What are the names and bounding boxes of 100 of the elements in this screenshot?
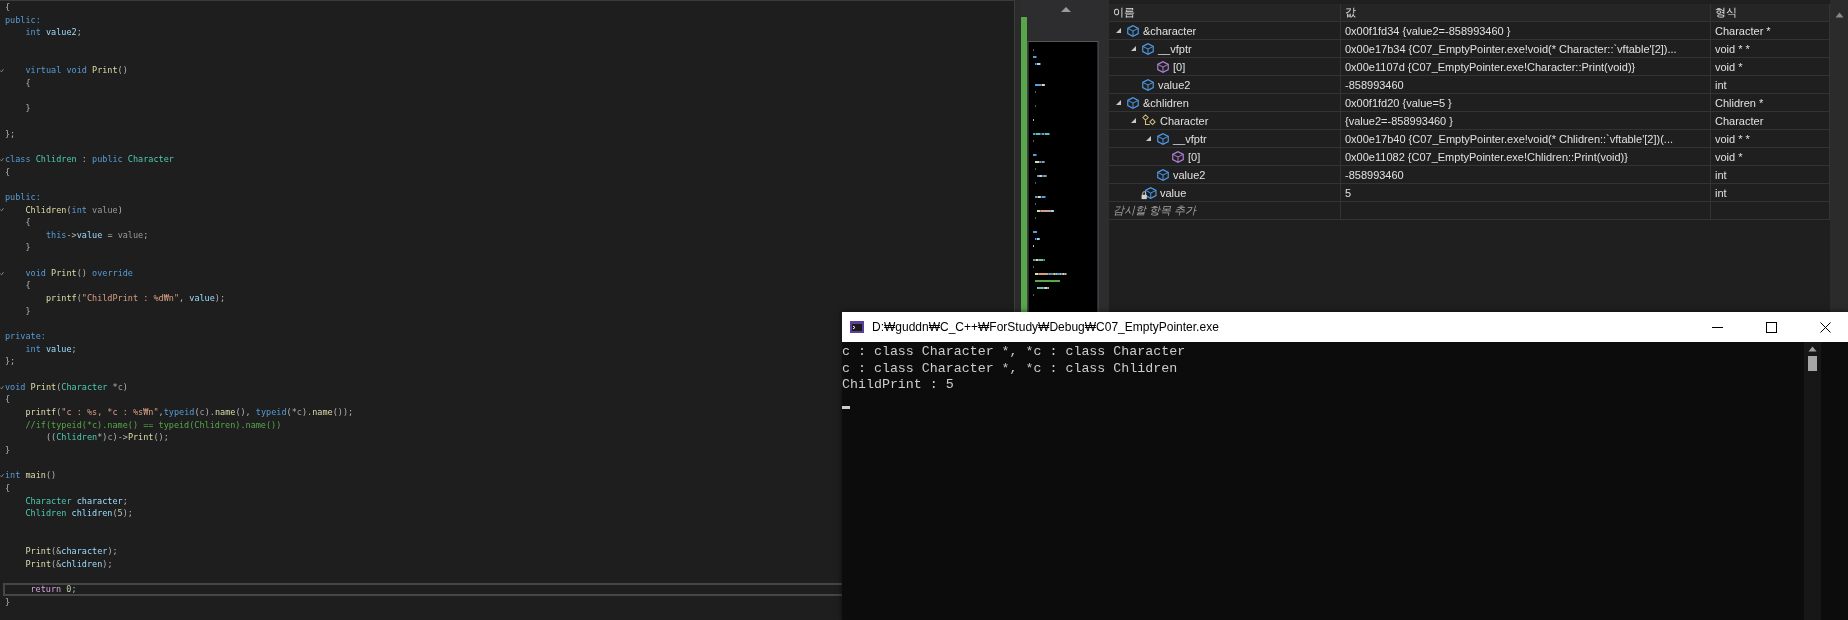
- code-line: }: [24, 102, 31, 115]
- code-line: public:: [5, 190, 41, 204]
- code-line: {: [24, 76, 31, 90]
- code-line: {: [5, 481, 11, 495]
- collapse-icon[interactable]: [1129, 117, 1137, 124]
- code-line: int value2;: [24, 26, 82, 39]
- code-line: return 0;: [29, 583, 77, 596]
- console-output-line: c : class Character *, *c : class Character: [842, 344, 1187, 361]
- code-line: printf("c : %s, *c : %s₩n",typeid(c).name(), typeid(*c).name());: [24, 406, 354, 419]
- variable-type: void *: [1715, 150, 1743, 163]
- code-line: this->value = value;: [44, 228, 149, 242]
- variable-value: -858993460: [1345, 168, 1404, 181]
- cube-icon: [1156, 131, 1170, 146]
- scroll-up-icon[interactable]: [1808, 346, 1817, 352]
- variable-value: 5: [1345, 186, 1352, 199]
- variable-value: 0x00e17b34 {C07_EmptyPointer.exe!void(* Character::`vftable'[2])...: [1345, 42, 1677, 55]
- code-line: //if(typeid(*c).name() == typeid(Chlidren).name()): [24, 418, 282, 432]
- variable-value: {value2=-858993460 }: [1345, 114, 1453, 127]
- fold-icon[interactable]: [0, 156, 4, 162]
- variable-value: 0x00f1fd34 {value2=-858993460 }: [1345, 24, 1511, 37]
- code-line: {: [24, 216, 31, 229]
- scrollbar-thumb[interactable]: [1808, 356, 1817, 371]
- code-line: }: [5, 443, 11, 457]
- scroll-up-icon[interactable]: [1834, 12, 1844, 18]
- variable-type: void * *: [1715, 132, 1750, 145]
- code-line: int main(): [5, 469, 57, 482]
- variable-name[interactable]: value2: [1173, 168, 1206, 181]
- scrollbar-track[interactable]: [1014, 0, 1021, 312]
- code-line: {: [5, 165, 11, 179]
- variable-type: int: [1715, 168, 1727, 181]
- console-icon: [850, 321, 864, 333]
- code-line: ((Chlidren*)c)->Print();: [44, 431, 169, 444]
- code-line: Print(&chlidren);: [24, 557, 113, 571]
- code-line: {: [5, 393, 11, 406]
- cube-icon: [1141, 41, 1155, 56]
- code-line: {: [5, 1, 11, 14]
- variable-type: Character: [1715, 114, 1764, 127]
- variable-name[interactable]: [0]: [1188, 150, 1201, 163]
- window-title: D:₩guddn₩C_C++₩ForStudy₩Debug₩C07_EmptyPointer.exe: [872, 320, 1220, 334]
- variable-name[interactable]: &character: [1143, 24, 1197, 37]
- collapse-icon[interactable]: [1144, 135, 1152, 142]
- variable-name[interactable]: value: [1160, 186, 1187, 199]
- variable-value: 0x00e11082 {C07_EmptyPointer.exe!Chlidren::Print(void)}: [1345, 150, 1628, 163]
- code-line: }: [24, 304, 31, 318]
- code-line: Character character;: [24, 494, 128, 508]
- code-line: private:: [5, 330, 46, 343]
- column-header[interactable]: 이름: [1113, 5, 1135, 20]
- code-line: void Print(Character *c): [5, 380, 128, 394]
- variable-name[interactable]: Character: [1160, 114, 1209, 127]
- variable-value: -858993460: [1345, 78, 1404, 91]
- maximize-icon: [1765, 321, 1777, 333]
- code-line: int value;: [24, 342, 77, 356]
- code-line: };: [5, 127, 16, 141]
- collapse-icon[interactable]: [1114, 99, 1122, 106]
- variable-type: Character *: [1715, 24, 1771, 37]
- variable-type: Chlidren *: [1715, 96, 1764, 109]
- variable-name[interactable]: &chlidren: [1143, 96, 1189, 109]
- close-icon: [1819, 321, 1831, 333]
- fold-icon[interactable]: [0, 473, 4, 479]
- variable-name[interactable]: [0]: [1173, 60, 1186, 73]
- variable-value: 0x00f1fd20 {value=5 }: [1345, 96, 1452, 109]
- code-line: }: [24, 241, 31, 255]
- variable-value: 0x00e1107d {C07_EmptyPointer.exe!Character::Print(void)}: [1345, 60, 1636, 73]
- cube-icon: [1141, 77, 1155, 92]
- collapse-icon[interactable]: [1129, 45, 1137, 52]
- fold-icon[interactable]: [0, 270, 4, 276]
- variable-name[interactable]: __vfptr: [1158, 42, 1192, 55]
- cube-icon: [1126, 23, 1140, 38]
- variable-type: int: [1715, 186, 1727, 199]
- locked-cube-icon: [1141, 185, 1157, 200]
- variable-type: void * *: [1715, 42, 1750, 55]
- cube-icon: [1156, 167, 1170, 182]
- class-hierarchy-icon: [1141, 113, 1157, 128]
- console-output-line: c : class Character *, *c : class Chlidren: [842, 360, 1179, 377]
- variable-type: int: [1715, 78, 1727, 91]
- text-cursor: [842, 405, 850, 409]
- fold-icon[interactable]: [0, 68, 4, 74]
- code-line: {: [24, 279, 31, 293]
- variable-type: void *: [1715, 60, 1743, 73]
- code-line: };: [5, 355, 16, 369]
- code-line: Chlidren(int value): [24, 203, 123, 217]
- cube-icon: [1171, 149, 1185, 164]
- code-line: public:: [5, 13, 41, 27]
- minimize-icon: [1711, 326, 1723, 328]
- code-line: virtual void Print(): [24, 64, 128, 77]
- code-line: void Print() override: [24, 266, 133, 280]
- cube-icon: [1126, 95, 1140, 110]
- collapse-icon[interactable]: [1114, 27, 1122, 34]
- console-output-line: ChildPrint : 5: [842, 377, 955, 394]
- variable-name[interactable]: value2: [1158, 78, 1191, 91]
- fold-icon[interactable]: [0, 384, 4, 390]
- variable-name[interactable]: __vfptr: [1173, 132, 1207, 145]
- code-line: printf("ChildPrint : %d₩n", value);: [44, 292, 226, 305]
- fold-icon[interactable]: [0, 207, 4, 213]
- column-header[interactable]: 형식: [1715, 5, 1737, 20]
- scroll-up-icon[interactable]: [1060, 6, 1072, 13]
- code-line: class Chlidren : public Character: [5, 152, 174, 166]
- column-header[interactable]: 값: [1345, 5, 1356, 20]
- code-line: }: [5, 595, 11, 609]
- add-watch-placeholder[interactable]: 감시할 항목 추가: [1113, 203, 1197, 218]
